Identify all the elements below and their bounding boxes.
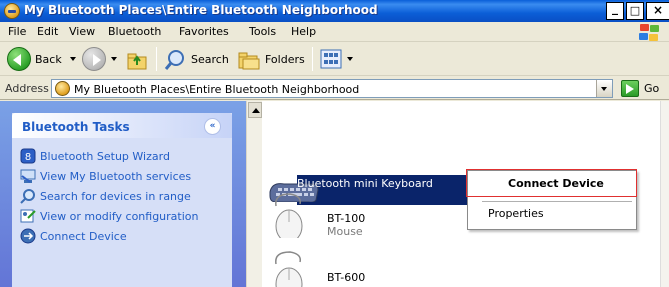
address-bar: Address My Bluetooth Places\Entire Bluet… — [0, 76, 669, 100]
search-icon[interactable] — [164, 49, 186, 71]
address-dropdown-button[interactable] — [596, 80, 612, 97]
svg-text:8: 8 — [25, 152, 31, 163]
bluetooth-wizard-icon: 8 — [20, 148, 36, 164]
address-value[interactable]: My Bluetooth Places\Entire Bluetooth Nei… — [74, 83, 359, 96]
task-label: Search for devices in range — [40, 190, 191, 203]
back-button[interactable] — [7, 47, 31, 71]
bluetooth-tasks-panel: Bluetooth Tasks « 8 Bluetooth Setup Wiza… — [12, 113, 232, 287]
explorer-window: My Bluetooth Places\Entire Bluetooth Nei… — [0, 0, 669, 287]
services-icon — [20, 169, 36, 183]
back-dropdown-icon[interactable] — [70, 57, 76, 61]
mouse-icon[interactable] — [272, 250, 306, 287]
menu-edit[interactable]: Edit — [37, 25, 58, 38]
toolbar-separator — [312, 47, 313, 71]
highlight-annotation-box — [466, 169, 637, 197]
toolbar: Back Search Folders — [0, 42, 669, 76]
back-label: Back — [35, 53, 62, 66]
windows-logo-icon — [638, 23, 660, 41]
task-pane: Bluetooth Tasks « 8 Bluetooth Setup Wiza… — [0, 101, 246, 287]
task-label: View or modify configuration — [40, 210, 199, 223]
menu-bluetooth[interactable]: Bluetooth — [108, 25, 161, 38]
maximize-button[interactable]: □ — [626, 2, 644, 20]
device-name[interactable]: BT-600 — [327, 271, 365, 284]
address-field[interactable]: My Bluetooth Places\Entire Bluetooth Nei… — [51, 79, 613, 98]
folders-icon[interactable] — [237, 49, 261, 71]
views-icon[interactable] — [320, 49, 342, 69]
window-title: My Bluetooth Places\Entire Bluetooth Nei… — [24, 3, 378, 17]
address-label: Address — [5, 82, 49, 95]
menu-tools[interactable]: Tools — [249, 25, 276, 38]
menu-bar: File Edit View Bluetooth Favorites Tools… — [0, 22, 669, 42]
menu-view[interactable]: View — [69, 25, 95, 38]
task-label: View My Bluetooth services — [40, 170, 192, 183]
mouse-icon[interactable] — [272, 192, 306, 238]
up-folder-icon[interactable] — [126, 49, 148, 71]
menu-file[interactable]: File — [8, 25, 26, 38]
device-name[interactable]: BT-100 — [327, 212, 365, 225]
arrow-left-icon — [13, 54, 21, 66]
forward-dropdown-icon[interactable] — [111, 57, 117, 61]
bluetooth-places-icon — [4, 3, 20, 19]
toolbar-separator — [156, 47, 157, 71]
menu-help[interactable]: Help — [291, 25, 316, 38]
search-icon — [20, 189, 35, 204]
collapse-button[interactable]: « — [204, 118, 221, 135]
folders-label[interactable]: Folders — [265, 53, 305, 66]
menu-favorites[interactable]: Favorites — [179, 25, 229, 38]
bluetooth-tasks-header[interactable]: Bluetooth Tasks « — [12, 113, 232, 138]
task-label: Bluetooth Setup Wizard — [40, 150, 170, 163]
context-menu-properties[interactable]: Properties — [488, 207, 544, 220]
close-button[interactable]: × — [646, 2, 669, 20]
context-menu-separator — [482, 201, 632, 202]
go-label[interactable]: Go — [644, 82, 659, 95]
title-bar[interactable]: My Bluetooth Places\Entire Bluetooth Nei… — [0, 0, 669, 22]
task-label: Connect Device — [40, 230, 127, 243]
arrow-right-icon — [626, 84, 634, 94]
device-name[interactable]: Bluetooth mini Keyboard — [297, 177, 433, 190]
connect-device-icon — [20, 228, 36, 244]
configuration-icon — [20, 209, 36, 223]
chevron-down-icon — [601, 87, 607, 91]
bluetooth-tasks-title: Bluetooth Tasks — [22, 120, 130, 134]
bluetooth-places-icon — [55, 81, 70, 96]
forward-button[interactable] — [82, 47, 106, 71]
device-type: Mouse — [327, 225, 363, 238]
views-dropdown-icon[interactable] — [347, 57, 353, 61]
pane-divider — [246, 101, 262, 287]
go-button[interactable] — [621, 80, 639, 97]
minimize-button[interactable]: _ — [606, 2, 624, 20]
arrow-right-icon — [93, 54, 101, 66]
scroll-up-button[interactable] — [248, 102, 262, 118]
search-label[interactable]: Search — [191, 53, 229, 66]
vertical-scrollbar[interactable] — [660, 101, 669, 287]
